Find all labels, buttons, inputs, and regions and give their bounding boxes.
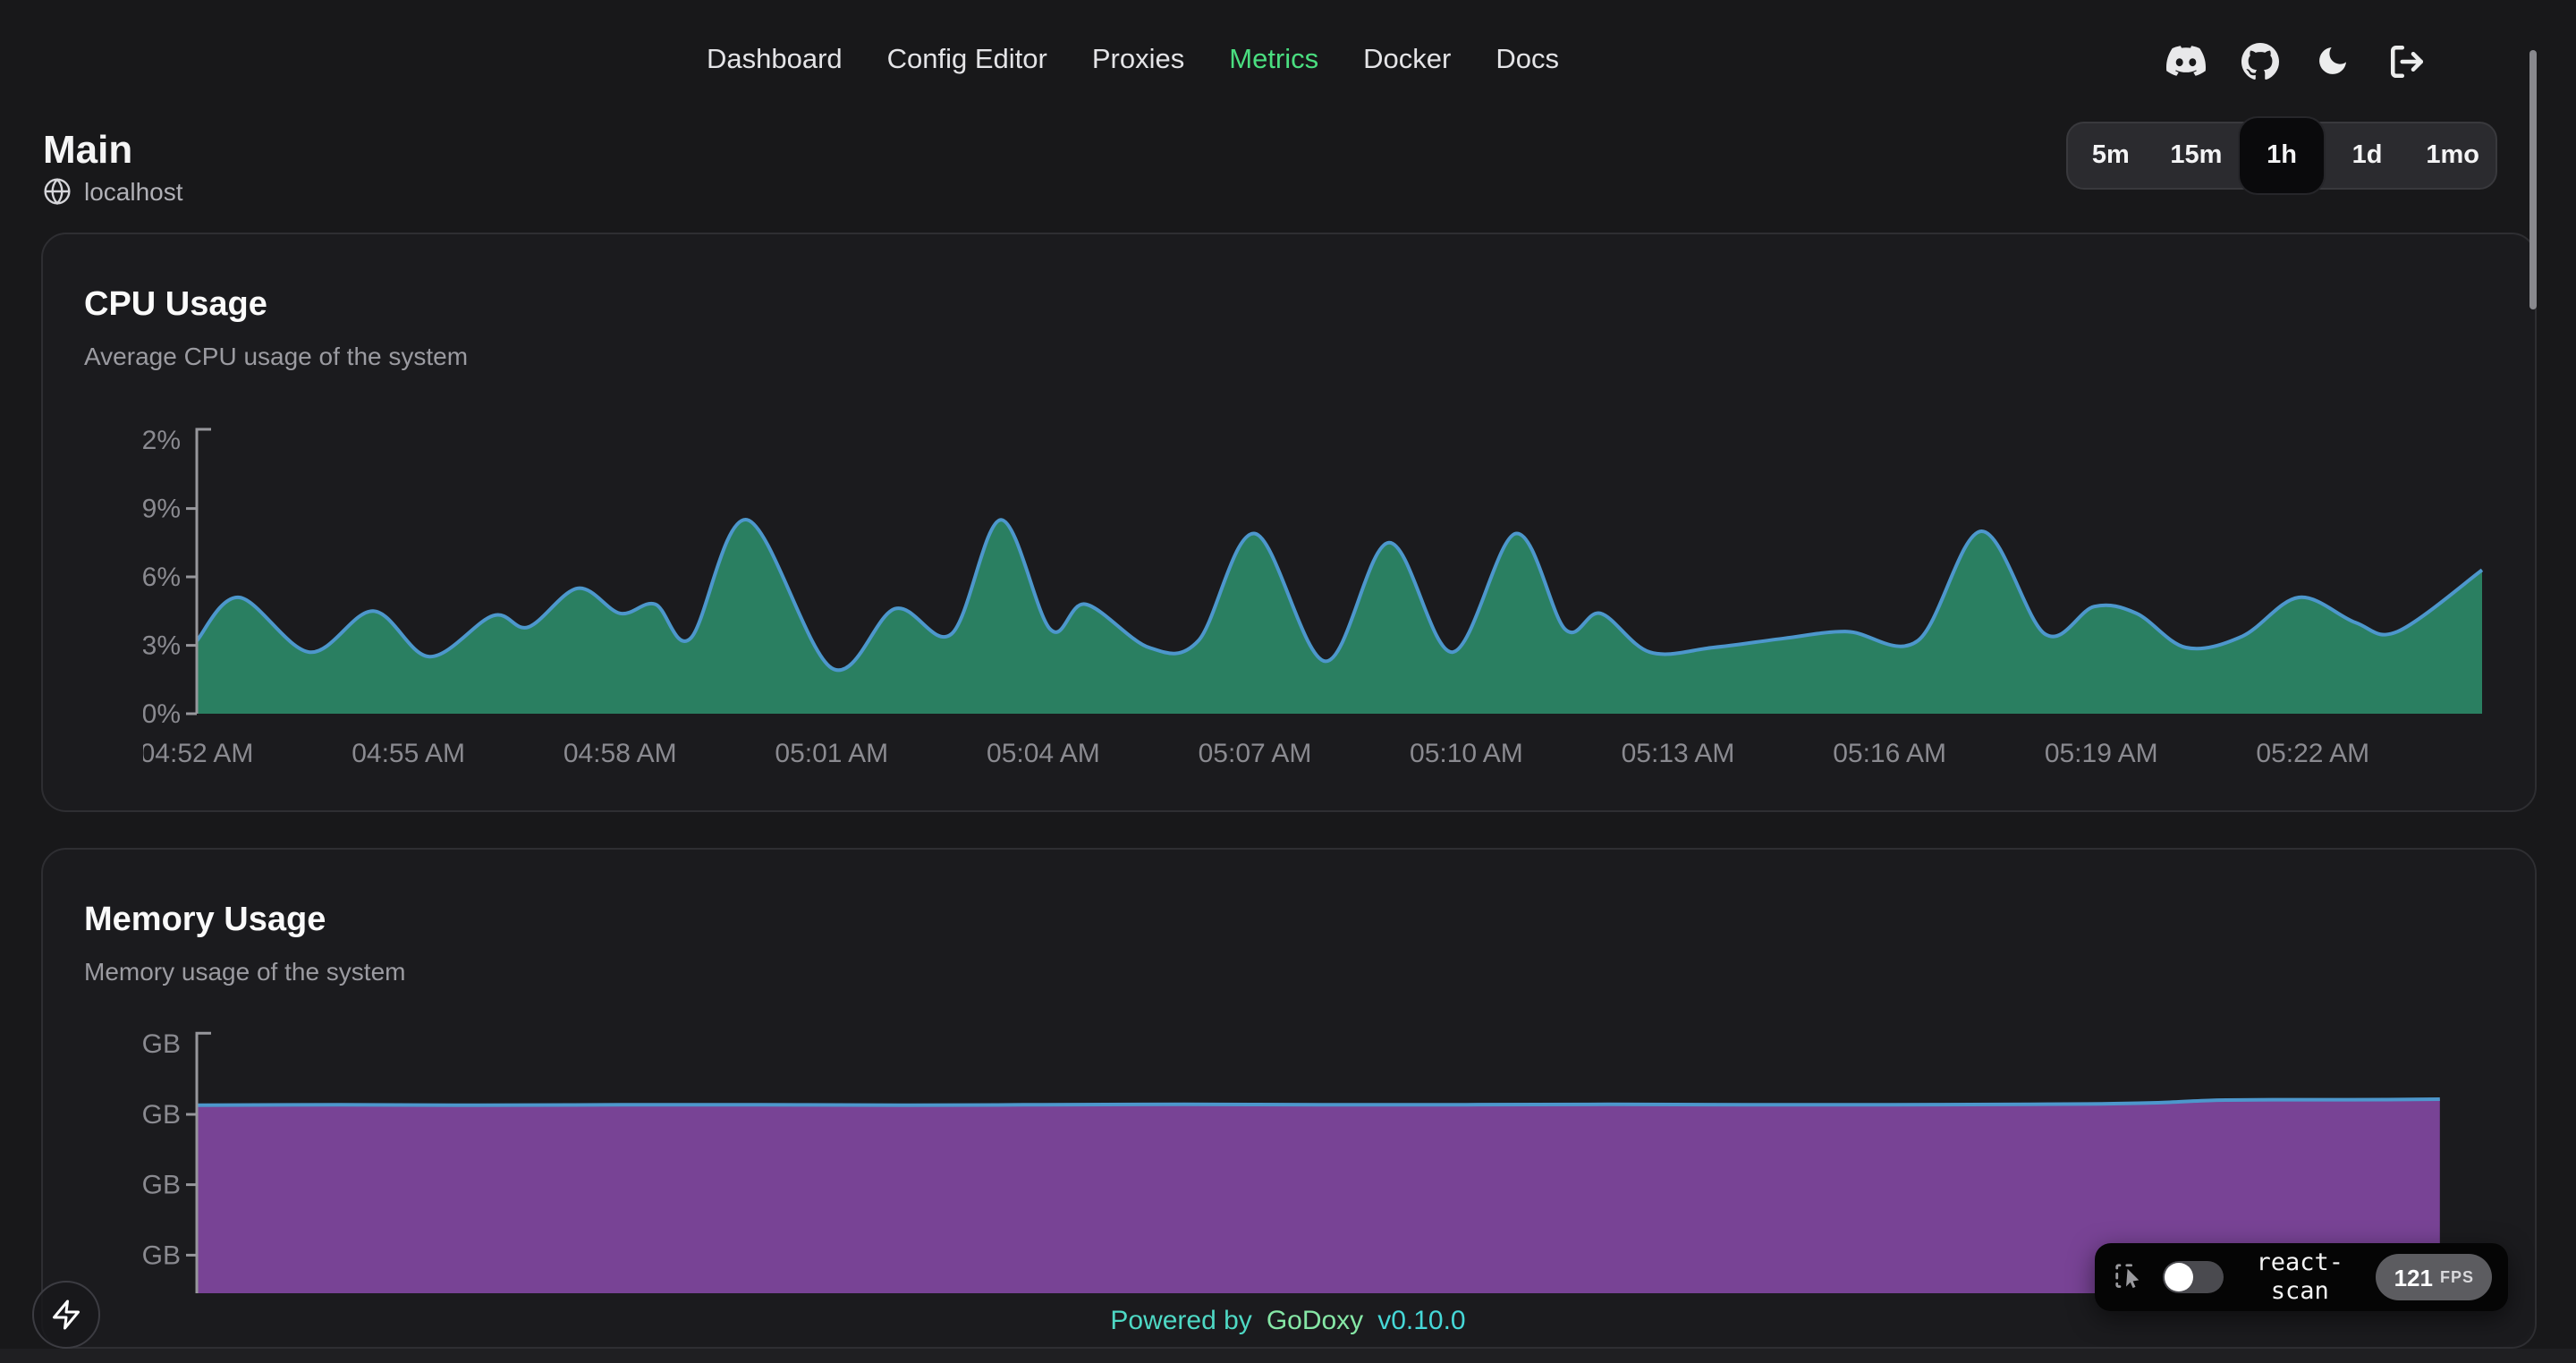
react-scan-toggle[interactable] xyxy=(2163,1261,2224,1293)
time-range-option-1d[interactable]: 1d xyxy=(2325,122,2411,190)
svg-text:05:10 AM: 05:10 AM xyxy=(1410,739,1523,768)
svg-text:14 GB: 14 GB xyxy=(143,1240,181,1270)
nav-item-dashboard[interactable]: Dashboard xyxy=(707,45,843,77)
svg-text:12%: 12% xyxy=(143,426,181,455)
powered-by-label: Powered by xyxy=(1110,1306,1251,1336)
svg-text:05:16 AM: 05:16 AM xyxy=(1833,739,1946,768)
time-range-selector: 5m15m1h1d1mo xyxy=(2066,122,2497,190)
svg-text:6%: 6% xyxy=(143,563,181,592)
memory-card-subtitle: Memory usage of the system xyxy=(84,955,2535,987)
svg-text:04:55 AM: 04:55 AM xyxy=(352,739,465,768)
nav-item-config-editor[interactable]: Config Editor xyxy=(887,45,1047,77)
globe-icon xyxy=(43,177,72,206)
svg-text:28 GB: 28 GB xyxy=(143,1171,181,1200)
main-nav: Dashboard Config Editor Proxies Metrics Dock… xyxy=(707,0,1559,122)
theme-moon-icon[interactable] xyxy=(2313,41,2352,80)
nav-item-proxies[interactable]: Proxies xyxy=(1092,45,1184,77)
github-icon[interactable] xyxy=(2240,41,2279,80)
discord-icon[interactable] xyxy=(2166,41,2206,80)
svg-text:05:22 AM: 05:22 AM xyxy=(2256,739,2369,768)
inspect-icon[interactable] xyxy=(2111,1259,2147,1295)
react-scan-label: react-scan xyxy=(2240,1249,2360,1306)
nav-item-docs[interactable]: Docs xyxy=(1496,45,1559,77)
nav-item-metrics[interactable]: Metrics xyxy=(1229,45,1318,77)
brand-link[interactable]: GoDoxy xyxy=(1267,1306,1363,1336)
svg-text:04:58 AM: 04:58 AM xyxy=(564,739,677,768)
svg-text:0%: 0% xyxy=(143,699,181,729)
fps-badge: 121 FPS xyxy=(2377,1254,2492,1300)
svg-text:9%: 9% xyxy=(143,495,181,524)
svg-text:3%: 3% xyxy=(143,631,181,661)
cpu-card-subtitle: Average CPU usage of the system xyxy=(84,340,2535,372)
svg-text:05:01 AM: 05:01 AM xyxy=(775,739,888,768)
svg-text:05:13 AM: 05:13 AM xyxy=(1622,739,1735,768)
godoxy-metrics-page: Dashboard Config Editor Proxies Metrics Dock… xyxy=(0,0,2576,1363)
memory-card-title: Memory Usage xyxy=(84,900,2535,943)
time-range-option-5m[interactable]: 5m xyxy=(2068,122,2154,190)
svg-text:42 GB: 42 GB xyxy=(143,1100,181,1130)
scrollbar-thumb[interactable] xyxy=(2529,50,2537,309)
page-title: Main xyxy=(43,125,132,175)
time-range-option-1h[interactable]: 1h xyxy=(2239,118,2325,193)
cpu-card-title: CPU Usage xyxy=(84,284,2535,327)
cpu-usage-chart: 12% 9% 6% 3% 0% 04:52 AM 04:55 AM 04:58 AM 05:01… xyxy=(143,419,2504,776)
svg-text:56 GB: 56 GB xyxy=(143,1029,181,1059)
nav-item-docker[interactable]: Docker xyxy=(1363,45,1451,77)
react-scan-widget: react-scan 121 FPS xyxy=(2095,1243,2508,1311)
fps-unit: FPS xyxy=(2440,1268,2474,1286)
bottom-strip xyxy=(0,1349,2576,1363)
host-row: localhost xyxy=(43,172,183,211)
version-label: v0.10.0 xyxy=(1377,1306,1465,1336)
fps-value: 121 xyxy=(2394,1264,2433,1291)
header-icons xyxy=(2166,0,2426,122)
lightning-button[interactable] xyxy=(32,1281,100,1349)
svg-text:05:19 AM: 05:19 AM xyxy=(2045,739,2158,768)
time-range-option-1mo[interactable]: 1mo xyxy=(2410,122,2496,190)
svg-text:04:52 AM: 04:52 AM xyxy=(143,739,253,768)
time-range-option-15m[interactable]: 15m xyxy=(2154,122,2240,190)
svg-text:05:07 AM: 05:07 AM xyxy=(1199,739,1312,768)
zap-icon xyxy=(50,1299,82,1331)
logout-icon[interactable] xyxy=(2386,41,2426,80)
svg-text:05:04 AM: 05:04 AM xyxy=(987,739,1100,768)
hostname-label: localhost xyxy=(84,177,183,206)
toggle-knob xyxy=(2165,1263,2193,1291)
